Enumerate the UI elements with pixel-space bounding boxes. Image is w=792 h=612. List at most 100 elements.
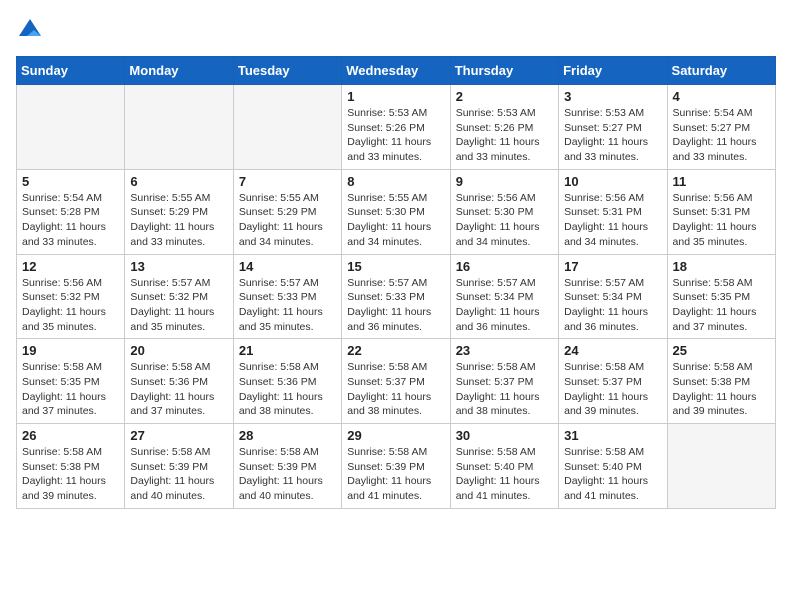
day-number: 9 [456,174,553,189]
calendar-cell: 3 Sunrise: 5:53 AM Sunset: 5:27 PM Daylig… [559,85,667,170]
day-info: Sunrise: 5:53 AM Sunset: 5:26 PM Dayligh… [456,106,553,165]
day-info: Sunrise: 5:58 AM Sunset: 5:39 PM Dayligh… [347,445,444,504]
day-number: 12 [22,259,119,274]
day-number: 28 [239,428,336,443]
calendar-cell [125,85,233,170]
weekday-header-wednesday: Wednesday [342,57,450,85]
day-info: Sunrise: 5:58 AM Sunset: 5:40 PM Dayligh… [456,445,553,504]
day-number: 10 [564,174,661,189]
day-number: 2 [456,89,553,104]
calendar-cell: 17Sunrise: 5:57 AM Sunset: 5:34 PM Dayli… [559,254,667,339]
day-info: Sunrise: 5:58 AM Sunset: 5:35 PM Dayligh… [673,276,770,335]
day-number: 21 [239,343,336,358]
week-row-4: 19Sunrise: 5:58 AM Sunset: 5:35 PM Dayli… [17,339,776,424]
calendar: SundayMondayTuesdayWednesdayThursdayFrid… [16,56,776,509]
calendar-cell [233,85,341,170]
day-number: 14 [239,259,336,274]
day-number: 27 [130,428,227,443]
day-info: Sunrise: 5:53 AM Sunset: 5:26 PM Dayligh… [347,106,444,165]
weekday-header-sunday: Sunday [17,57,125,85]
weekday-header-tuesday: Tuesday [233,57,341,85]
day-number: 31 [564,428,661,443]
calendar-cell: 25 Sunrise: 5:58 AM Sunset: 5:38 PM Dayli… [667,339,775,424]
calendar-cell: 29 Sunrise: 5:58 AM Sunset: 5:39 PM Dayli… [342,424,450,509]
day-info: Sunrise: 5:58 AM Sunset: 5:40 PM Dayligh… [564,445,661,504]
day-number: 22 [347,343,444,358]
day-info: Sunrise: 5:57 AM Sunset: 5:34 PM Dayligh… [456,276,553,335]
week-row-5: 26 Sunrise: 5:58 AM Sunset: 5:38 PM Dayli… [17,424,776,509]
day-info: Sunrise: 5:53 AM Sunset: 5:27 PM Dayligh… [564,106,661,165]
day-number: 6 [130,174,227,189]
calendar-cell: 19Sunrise: 5:58 AM Sunset: 5:35 PM Dayli… [17,339,125,424]
calendar-cell: 30Sunrise: 5:58 AM Sunset: 5:40 PM Dayli… [450,424,558,509]
week-row-2: 5 Sunrise: 5:54 AM Sunset: 5:28 PM Daylig… [17,169,776,254]
day-number: 25 [673,343,770,358]
day-number: 4 [673,89,770,104]
day-info: Sunrise: 5:57 AM Sunset: 5:32 PM Dayligh… [130,276,227,335]
calendar-cell: 24 Sunrise: 5:58 AM Sunset: 5:37 PM Dayli… [559,339,667,424]
day-info: Sunrise: 5:54 AM Sunset: 5:28 PM Dayligh… [22,191,119,250]
weekday-header-saturday: Saturday [667,57,775,85]
day-info: Sunrise: 5:55 AM Sunset: 5:29 PM Dayligh… [239,191,336,250]
week-row-3: 12Sunrise: 5:56 AM Sunset: 5:32 PM Dayli… [17,254,776,339]
day-info: Sunrise: 5:58 AM Sunset: 5:35 PM Dayligh… [22,360,119,419]
day-number: 3 [564,89,661,104]
calendar-cell: 9 Sunrise: 5:56 AM Sunset: 5:30 PM Daylig… [450,169,558,254]
day-number: 24 [564,343,661,358]
calendar-cell: 28 Sunrise: 5:58 AM Sunset: 5:39 PM Dayli… [233,424,341,509]
day-info: Sunrise: 5:58 AM Sunset: 5:38 PM Dayligh… [673,360,770,419]
day-info: Sunrise: 5:55 AM Sunset: 5:29 PM Dayligh… [130,191,227,250]
calendar-cell: 10Sunrise: 5:56 AM Sunset: 5:31 PM Dayli… [559,169,667,254]
day-number: 20 [130,343,227,358]
calendar-cell: 4 Sunrise: 5:54 AM Sunset: 5:27 PM Daylig… [667,85,775,170]
calendar-cell: 16 Sunrise: 5:57 AM Sunset: 5:34 PM Dayli… [450,254,558,339]
day-number: 18 [673,259,770,274]
day-info: Sunrise: 5:58 AM Sunset: 5:38 PM Dayligh… [22,445,119,504]
day-info: Sunrise: 5:58 AM Sunset: 5:39 PM Dayligh… [239,445,336,504]
calendar-cell: 6 Sunrise: 5:55 AM Sunset: 5:29 PM Daylig… [125,169,233,254]
day-number: 29 [347,428,444,443]
day-info: Sunrise: 5:57 AM Sunset: 5:33 PM Dayligh… [239,276,336,335]
calendar-cell: 18 Sunrise: 5:58 AM Sunset: 5:35 PM Dayli… [667,254,775,339]
day-info: Sunrise: 5:56 AM Sunset: 5:31 PM Dayligh… [673,191,770,250]
day-number: 11 [673,174,770,189]
calendar-cell: 13 Sunrise: 5:57 AM Sunset: 5:32 PM Dayli… [125,254,233,339]
day-info: Sunrise: 5:58 AM Sunset: 5:37 PM Dayligh… [456,360,553,419]
day-info: Sunrise: 5:56 AM Sunset: 5:30 PM Dayligh… [456,191,553,250]
day-info: Sunrise: 5:54 AM Sunset: 5:27 PM Dayligh… [673,106,770,165]
calendar-cell: 8 Sunrise: 5:55 AM Sunset: 5:30 PM Daylig… [342,169,450,254]
day-info: Sunrise: 5:58 AM Sunset: 5:37 PM Dayligh… [347,360,444,419]
day-number: 5 [22,174,119,189]
day-info: Sunrise: 5:55 AM Sunset: 5:30 PM Dayligh… [347,191,444,250]
weekday-header-thursday: Thursday [450,57,558,85]
day-info: Sunrise: 5:58 AM Sunset: 5:36 PM Dayligh… [130,360,227,419]
day-number: 1 [347,89,444,104]
day-number: 15 [347,259,444,274]
logo-icon [16,16,44,44]
day-number: 26 [22,428,119,443]
day-number: 13 [130,259,227,274]
day-number: 8 [347,174,444,189]
page-header [16,16,776,44]
weekday-header-monday: Monday [125,57,233,85]
day-number: 16 [456,259,553,274]
calendar-cell: 20 Sunrise: 5:58 AM Sunset: 5:36 PM Dayli… [125,339,233,424]
day-number: 17 [564,259,661,274]
logo [16,16,46,44]
day-number: 23 [456,343,553,358]
day-info: Sunrise: 5:58 AM Sunset: 5:37 PM Dayligh… [564,360,661,419]
weekday-header-friday: Friday [559,57,667,85]
weekday-header-row: SundayMondayTuesdayWednesdayThursdayFrid… [17,57,776,85]
calendar-cell: 12Sunrise: 5:56 AM Sunset: 5:32 PM Dayli… [17,254,125,339]
day-info: Sunrise: 5:57 AM Sunset: 5:33 PM Dayligh… [347,276,444,335]
calendar-cell [667,424,775,509]
calendar-cell: 5 Sunrise: 5:54 AM Sunset: 5:28 PM Daylig… [17,169,125,254]
calendar-cell: 15 Sunrise: 5:57 AM Sunset: 5:33 PM Dayli… [342,254,450,339]
day-info: Sunrise: 5:58 AM Sunset: 5:39 PM Dayligh… [130,445,227,504]
week-row-1: 1 Sunrise: 5:53 AM Sunset: 5:26 PM Daylig… [17,85,776,170]
calendar-cell: 11 Sunrise: 5:56 AM Sunset: 5:31 PM Dayli… [667,169,775,254]
calendar-cell [17,85,125,170]
day-info: Sunrise: 5:58 AM Sunset: 5:36 PM Dayligh… [239,360,336,419]
calendar-cell: 23 Sunrise: 5:58 AM Sunset: 5:37 PM Dayli… [450,339,558,424]
calendar-cell: 1 Sunrise: 5:53 AM Sunset: 5:26 PM Daylig… [342,85,450,170]
